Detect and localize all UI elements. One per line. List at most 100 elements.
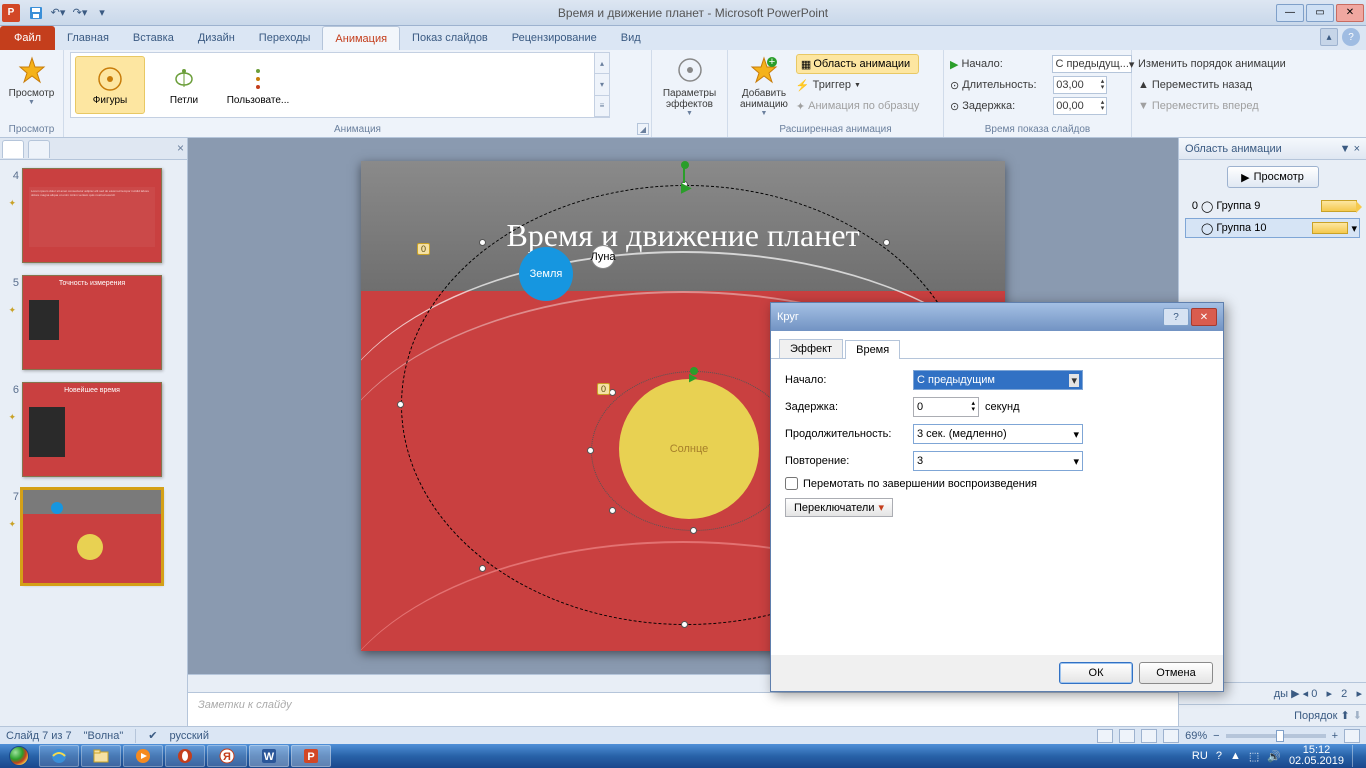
fit-to-window-icon[interactable] bbox=[1344, 729, 1360, 743]
gallery-item-loops[interactable]: Петли bbox=[149, 56, 219, 114]
delay-spinner[interactable]: 0▴▾ bbox=[913, 397, 979, 417]
sun-shape[interactable]: Солнце bbox=[619, 379, 759, 519]
language-label[interactable]: русский bbox=[170, 730, 209, 742]
trigger-button[interactable]: ⚡ Триггер ▼ bbox=[796, 75, 919, 95]
repeat-select[interactable]: 3▾ bbox=[913, 451, 1083, 471]
close-pane-icon[interactable]: × bbox=[177, 141, 184, 155]
cancel-button[interactable]: Отмена bbox=[1139, 662, 1213, 684]
tab-view[interactable]: Вид bbox=[609, 26, 653, 50]
normal-view-icon[interactable] bbox=[1097, 729, 1113, 743]
tray-network-icon[interactable]: ⬚ bbox=[1249, 750, 1259, 763]
zoom-slider[interactable] bbox=[1226, 734, 1326, 738]
close-button[interactable]: ✕ bbox=[1336, 4, 1364, 22]
duration-select[interactable]: 3 сек. (медленно)▾ bbox=[913, 424, 1083, 444]
slide-thumbnail[interactable]: 4✦ Единицы измерения времениLorem ipsum … bbox=[6, 168, 181, 263]
slide-thumbnail-pane: × 4✦ Единицы измерения времениLorem ipsu… bbox=[0, 138, 188, 726]
task-powerpoint[interactable]: P bbox=[291, 745, 331, 767]
tab-transitions[interactable]: Переходы bbox=[247, 26, 323, 50]
pane-menu-icon[interactable]: ▼ bbox=[1340, 143, 1351, 155]
animation-dialog-launcher[interactable]: ◢ bbox=[637, 123, 649, 135]
group-animation: Анимация bbox=[70, 123, 645, 137]
tab-design[interactable]: Дизайн bbox=[186, 26, 247, 50]
animation-pane-button[interactable]: ▦ Область анимации bbox=[796, 54, 919, 74]
tab-file[interactable]: Файл bbox=[0, 26, 55, 50]
rewind-checkbox[interactable] bbox=[785, 477, 798, 490]
slide-thumbnail[interactable]: 5✦ Точность измерения bbox=[6, 275, 181, 370]
item-menu-icon[interactable]: ▾ bbox=[1351, 222, 1357, 235]
dialog-tab-timing[interactable]: Время bbox=[845, 340, 900, 359]
dialog-close-button[interactable]: ✕ bbox=[1191, 308, 1217, 326]
reorder-down-icon[interactable]: ⬇ bbox=[1353, 710, 1362, 722]
animation-painter-button: ✦ Анимация по образцу bbox=[796, 96, 919, 116]
play-animations-button[interactable]: ▶ Просмотр bbox=[1227, 166, 1319, 188]
task-explorer[interactable] bbox=[81, 745, 121, 767]
dialog-tab-effect[interactable]: Эффект bbox=[779, 339, 843, 358]
qat-save-icon[interactable] bbox=[26, 3, 46, 23]
pane-close-icon[interactable]: × bbox=[1354, 143, 1360, 155]
tab-slideshow[interactable]: Показ слайдов bbox=[400, 26, 500, 50]
anim-tag[interactable]: 0 bbox=[597, 383, 610, 395]
add-animation-button[interactable]: + Добавить анимацию ▼ bbox=[734, 52, 794, 119]
ribbon-minimize-icon[interactable]: ▴ bbox=[1320, 28, 1338, 46]
triggers-toggle[interactable]: Переключатели ▾ bbox=[785, 498, 893, 517]
move-earlier-button[interactable]: ▲Переместить назад bbox=[1138, 75, 1252, 95]
reorder-up-icon[interactable]: ⬆ bbox=[1341, 710, 1350, 722]
gallery-item-shapes[interactable]: Фигуры bbox=[75, 56, 145, 114]
effect-options-button[interactable]: Параметры эффектов ▼ bbox=[658, 52, 721, 119]
tray-flag-icon[interactable]: ▲ bbox=[1230, 750, 1241, 762]
tray-help-icon[interactable]: ? bbox=[1216, 750, 1222, 762]
help-icon[interactable]: ? bbox=[1342, 28, 1360, 46]
qat-undo-icon[interactable]: ↶▾ bbox=[48, 3, 68, 23]
reading-view-icon[interactable] bbox=[1141, 729, 1157, 743]
earth-shape[interactable]: Земля bbox=[519, 247, 573, 301]
animation-list-item[interactable]: 0 ◯ Группа 9 bbox=[1185, 196, 1360, 216]
task-opera[interactable] bbox=[165, 745, 205, 767]
show-desktop-button[interactable] bbox=[1352, 745, 1360, 767]
tray-volume-icon[interactable]: 🔊 bbox=[1267, 750, 1281, 763]
qat-redo-icon[interactable]: ↷▾ bbox=[70, 3, 90, 23]
circle-path-icon: ◯ bbox=[1201, 222, 1213, 235]
dialog-help-icon[interactable]: ? bbox=[1163, 308, 1189, 326]
painter-icon: ✦ bbox=[796, 100, 805, 113]
minimize-button[interactable]: — bbox=[1276, 4, 1304, 22]
start-button[interactable] bbox=[0, 744, 38, 768]
task-ie[interactable] bbox=[39, 745, 79, 767]
slideshow-view-icon[interactable] bbox=[1163, 729, 1179, 743]
tray-lang[interactable]: RU bbox=[1192, 750, 1208, 762]
task-wmp[interactable] bbox=[123, 745, 163, 767]
tab-home[interactable]: Главная bbox=[55, 26, 121, 50]
ok-button[interactable]: ОК bbox=[1059, 662, 1133, 684]
tray-date[interactable]: 02.05.2019 bbox=[1289, 756, 1344, 767]
sorter-view-icon[interactable] bbox=[1119, 729, 1135, 743]
zoom-in-icon[interactable]: + bbox=[1332, 730, 1338, 742]
delay-spinner[interactable]: 00,00▴▾ bbox=[1053, 97, 1107, 115]
thumbnails-tab[interactable] bbox=[2, 140, 24, 158]
tab-review[interactable]: Рецензирование bbox=[500, 26, 609, 50]
tab-insert[interactable]: Вставка bbox=[121, 26, 186, 50]
start-select[interactable]: С предыдущ...▾ bbox=[1052, 55, 1132, 73]
slide-thumbnail[interactable]: 7✦ Время и движение планет bbox=[6, 489, 181, 584]
preview-button[interactable]: Просмотр ▼ bbox=[6, 52, 57, 108]
slide-thumbnail[interactable]: 6✦ Новейшее время bbox=[6, 382, 181, 477]
notes-placeholder[interactable]: Заметки к слайду bbox=[188, 692, 1178, 726]
window-title: Время и движение планет - Microsoft Powe… bbox=[112, 6, 1274, 20]
anim-tag[interactable]: 0 bbox=[417, 243, 430, 255]
outline-tab[interactable] bbox=[28, 140, 50, 158]
zoom-level[interactable]: 69% bbox=[1185, 730, 1207, 742]
start-select[interactable]: С предыдущим▾ bbox=[913, 370, 1083, 390]
moon-shape[interactable]: Луна bbox=[591, 245, 615, 269]
gallery-item-custom[interactable]: Пользовате... bbox=[223, 56, 293, 114]
task-yandex[interactable]: Я bbox=[207, 745, 247, 767]
ribbon-tabs: Файл Главная Вставка Дизайн Переходы Ани… bbox=[0, 26, 1366, 50]
animation-gallery[interactable]: Фигуры Петли Пользовате... ▴▾≡ bbox=[70, 52, 610, 118]
svg-text:W: W bbox=[264, 751, 275, 763]
gallery-scroll[interactable]: ▴▾≡ bbox=[594, 53, 609, 117]
maximize-button[interactable]: ▭ bbox=[1306, 4, 1334, 22]
animation-list-item[interactable]: ◯ Группа 10 ▾ bbox=[1185, 218, 1360, 238]
spellcheck-icon[interactable]: ✔ bbox=[148, 729, 157, 742]
tab-animations[interactable]: Анимация bbox=[322, 26, 400, 50]
zoom-out-icon[interactable]: − bbox=[1213, 730, 1219, 742]
task-word[interactable]: W bbox=[249, 745, 289, 767]
duration-spinner[interactable]: 03,00▴▾ bbox=[1053, 76, 1107, 94]
qat-customize-icon[interactable]: ▾ bbox=[92, 3, 112, 23]
